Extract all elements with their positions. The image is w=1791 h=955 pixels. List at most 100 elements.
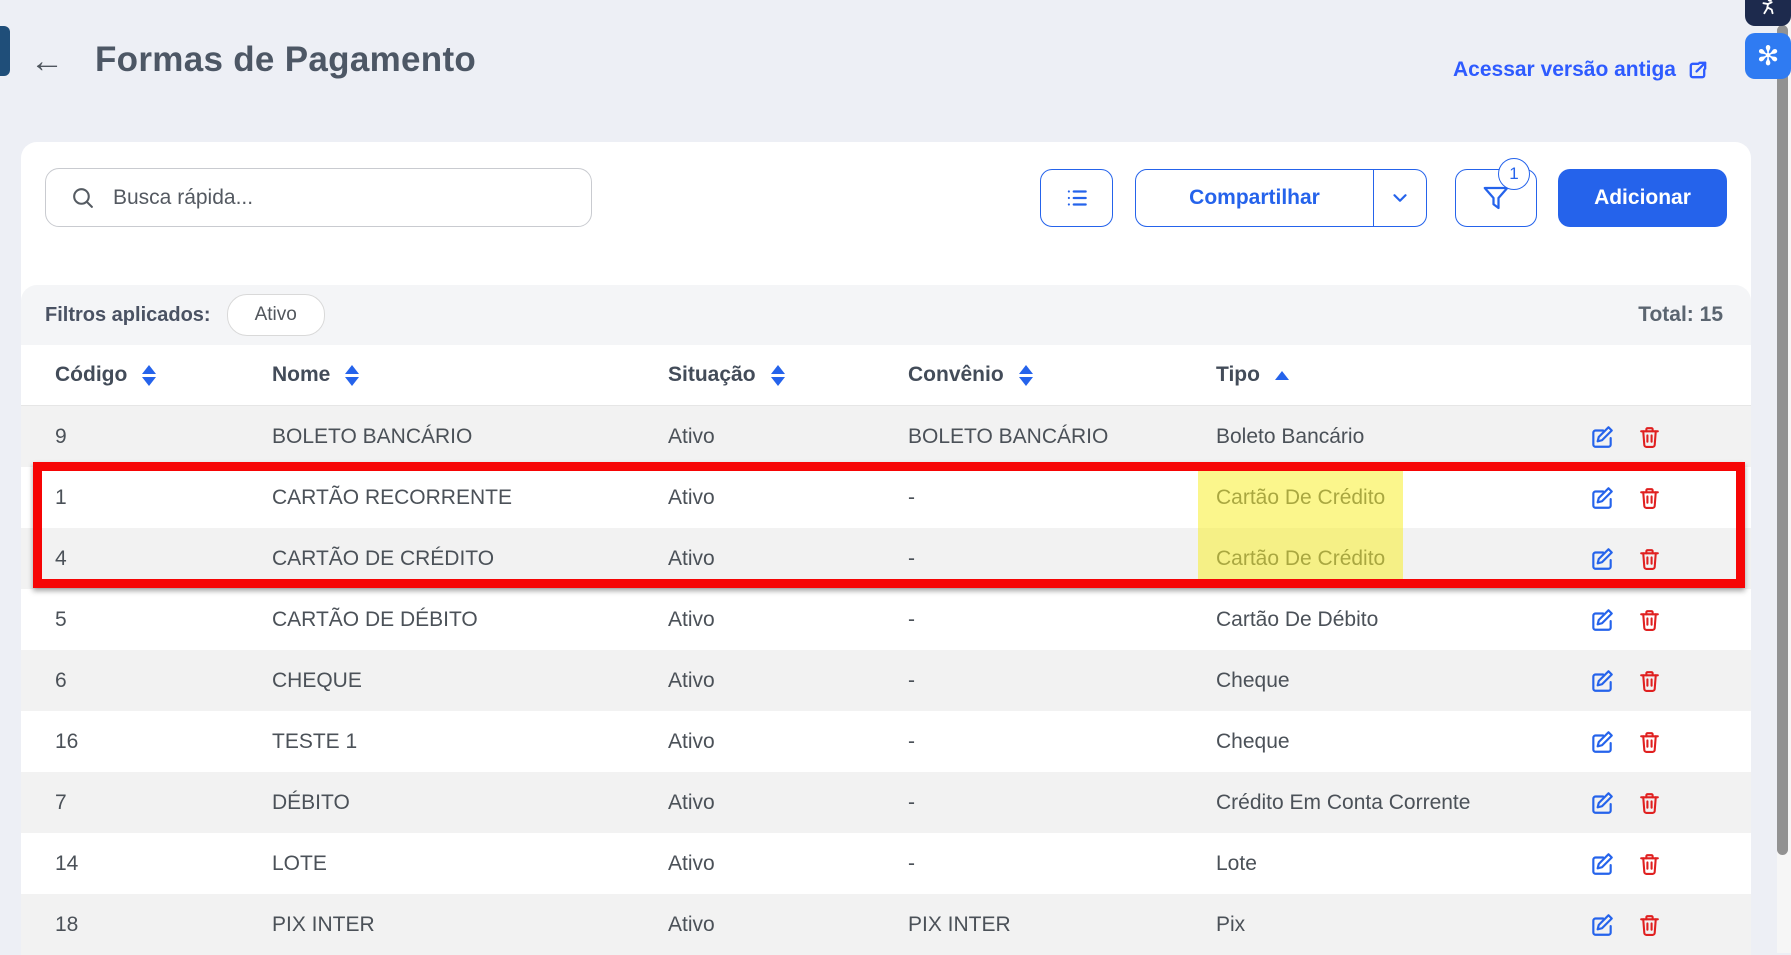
cell-convenio: - (908, 486, 1216, 510)
edit-pencil-icon (1589, 851, 1615, 877)
delete-button[interactable] (1637, 485, 1662, 510)
cell-codigo: 18 (21, 913, 272, 937)
cell-codigo: 14 (21, 852, 272, 876)
cell-nome: PIX INTER (272, 913, 668, 937)
search-icon (70, 185, 95, 210)
share-dropdown-button[interactable] (1373, 170, 1426, 226)
table-header: Código Nome Situação Convênio Tipo (21, 345, 1751, 406)
delete-button[interactable] (1637, 607, 1662, 632)
cell-nome: DÉBITO (272, 791, 668, 815)
cell-tipo: Crédito Em Conta Corrente (1216, 791, 1561, 815)
edit-button[interactable] (1589, 607, 1615, 633)
scrollbar-thumb[interactable] (1777, 25, 1788, 855)
table-row[interactable]: 14 LOTE Ativo - Lote (21, 833, 1751, 894)
cell-nome: CHEQUE (272, 669, 668, 693)
sort-icon[interactable] (771, 365, 785, 386)
column-header[interactable]: Código (21, 363, 272, 387)
table-row[interactable]: 5 CARTÃO DE DÉBITO Ativo - Cartão De Déb… (21, 589, 1751, 650)
column-header-label: Tipo (1216, 363, 1260, 387)
quick-search[interactable] (45, 168, 592, 227)
cell-convenio: - (908, 730, 1216, 754)
cell-situacao: Ativo (668, 486, 908, 510)
cell-codigo: 1 (21, 486, 272, 510)
table-row[interactable]: 16 TESTE 1 Ativo - Cheque (21, 711, 1751, 772)
edit-button[interactable] (1589, 668, 1615, 694)
column-header-label: Código (55, 363, 127, 387)
add-button[interactable]: Adicionar (1558, 169, 1727, 227)
content-card: Compartilhar 1 Adicionar Filtros aplicad… (21, 142, 1751, 953)
delete-button[interactable] (1637, 424, 1662, 449)
total-count: Total: 15 (1638, 303, 1723, 327)
trash-icon (1637, 729, 1662, 754)
cell-convenio: - (908, 669, 1216, 693)
table-row[interactable]: 4 CARTÃO DE CRÉDITO Ativo - Cartão De Cr… (21, 528, 1751, 589)
delete-button[interactable] (1637, 790, 1662, 815)
back-button[interactable]: ← (30, 44, 64, 78)
chatgpt-extension-icon[interactable]: ✻ (1745, 33, 1791, 79)
table-body: 9 BOLETO BANCÁRIO Ativo BOLETO BANCÁRIO … (21, 406, 1751, 955)
delete-button[interactable] (1637, 668, 1662, 693)
cell-convenio: BOLETO BANCÁRIO (908, 425, 1216, 449)
column-header[interactable]: Nome (272, 363, 668, 387)
edit-button[interactable] (1589, 851, 1615, 877)
filter-button[interactable]: 1 (1455, 169, 1537, 227)
cell-convenio: - (908, 791, 1216, 815)
applied-filters-bar: Filtros aplicados: Ativo Total: 15 (21, 285, 1751, 345)
table-row[interactable]: 1 CARTÃO RECORRENTE Ativo - Cartão De Cr… (21, 467, 1751, 528)
share-button[interactable]: Compartilhar (1136, 170, 1373, 226)
cell-codigo: 5 (21, 608, 272, 632)
delete-button[interactable] (1637, 851, 1662, 876)
browser-extension-icon[interactable] (1745, 0, 1791, 26)
cell-situacao: Ativo (668, 913, 908, 937)
edit-button[interactable] (1589, 424, 1615, 450)
sort-icon[interactable] (1019, 365, 1033, 386)
column-header-label: Convênio (908, 363, 1004, 387)
sort-icon[interactable] (142, 365, 156, 386)
edit-button[interactable] (1589, 790, 1615, 816)
list-view-button[interactable] (1040, 169, 1113, 227)
list-icon (1064, 185, 1090, 211)
filter-chip-label: Ativo (255, 304, 297, 326)
cell-convenio: - (908, 547, 1216, 571)
search-input[interactable] (111, 185, 591, 211)
table-row[interactable]: 7 DÉBITO Ativo - Crédito Em Conta Corren… (21, 772, 1751, 833)
cell-convenio: - (908, 852, 1216, 876)
delete-button[interactable] (1637, 912, 1662, 937)
edit-button[interactable] (1589, 546, 1615, 572)
cell-situacao: Ativo (668, 669, 908, 693)
sort-icon[interactable] (1275, 371, 1289, 380)
edit-button[interactable] (1589, 729, 1615, 755)
cell-codigo: 6 (21, 669, 272, 693)
trash-icon (1637, 668, 1662, 693)
column-header[interactable]: Tipo (1216, 363, 1561, 387)
cell-tipo: Pix (1216, 913, 1561, 937)
sort-icon[interactable] (345, 365, 359, 386)
cell-situacao: Ativo (668, 730, 908, 754)
cell-tipo: Boleto Bancário (1216, 425, 1561, 449)
column-header[interactable]: Convênio (908, 363, 1216, 387)
old-version-link-label: Acessar versão antiga (1453, 58, 1676, 82)
delete-button[interactable] (1637, 729, 1662, 754)
delete-button[interactable] (1637, 546, 1662, 571)
edit-pencil-icon (1589, 912, 1615, 938)
column-header[interactable]: Situação (668, 363, 908, 387)
cell-nome: CARTÃO DE DÉBITO (272, 608, 668, 632)
cell-situacao: Ativo (668, 547, 908, 571)
table-row[interactable]: 9 BOLETO BANCÁRIO Ativo BOLETO BANCÁRIO … (21, 406, 1751, 467)
cell-tipo: Cartão De Crédito (1216, 547, 1561, 571)
edit-button[interactable] (1589, 485, 1615, 511)
edit-pencil-icon (1589, 546, 1615, 572)
cell-codigo: 9 (21, 425, 272, 449)
table-row[interactable]: 6 CHEQUE Ativo - Cheque (21, 650, 1751, 711)
left-edge-tab (0, 26, 10, 76)
filter-chip-ativo[interactable]: Ativo (227, 294, 325, 336)
cell-nome: CARTÃO RECORRENTE (272, 486, 668, 510)
extension-figure-icon (1757, 0, 1779, 16)
cell-nome: CARTÃO DE CRÉDITO (272, 547, 668, 571)
edit-button[interactable] (1589, 912, 1615, 938)
table-row[interactable]: 18 PIX INTER Ativo PIX INTER Pix (21, 894, 1751, 955)
add-button-label: Adicionar (1594, 186, 1691, 210)
old-version-link[interactable]: Acessar versão antiga (1453, 58, 1709, 82)
edit-pencil-icon (1589, 424, 1615, 450)
cell-situacao: Ativo (668, 791, 908, 815)
